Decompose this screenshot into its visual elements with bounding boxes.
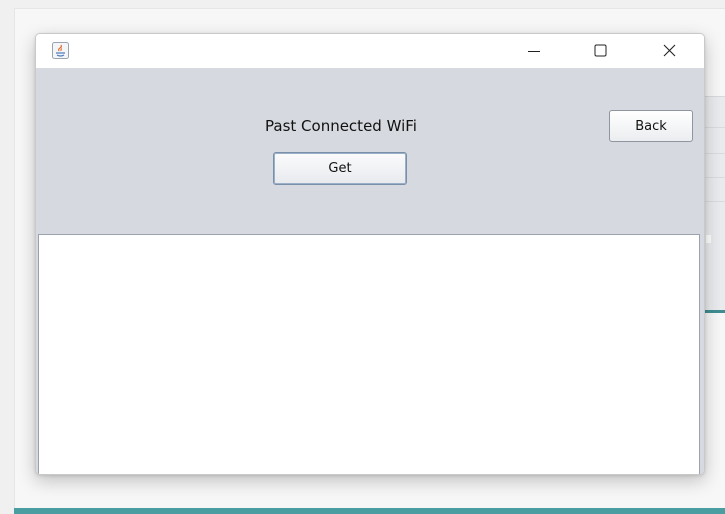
- java-app-icon: [52, 42, 69, 59]
- get-button[interactable]: Get: [273, 152, 407, 185]
- close-icon: [663, 42, 676, 61]
- close-button[interactable]: [646, 34, 692, 68]
- title-bar[interactable]: [36, 34, 704, 68]
- maximize-button[interactable]: [577, 34, 623, 68]
- back-button[interactable]: Back: [609, 110, 693, 142]
- minimize-button[interactable]: [511, 34, 557, 68]
- page-title: Past Connected WiFi: [265, 117, 417, 135]
- wifi-history-window: Past Connected WiFi Back Get: [35, 33, 705, 475]
- minimize-icon: [528, 42, 540, 61]
- wifi-results-list[interactable]: [38, 234, 700, 474]
- background-accent-bar: [14, 508, 725, 514]
- maximize-icon: [594, 42, 607, 61]
- content-panel: Past Connected WiFi Back Get: [36, 68, 704, 474]
